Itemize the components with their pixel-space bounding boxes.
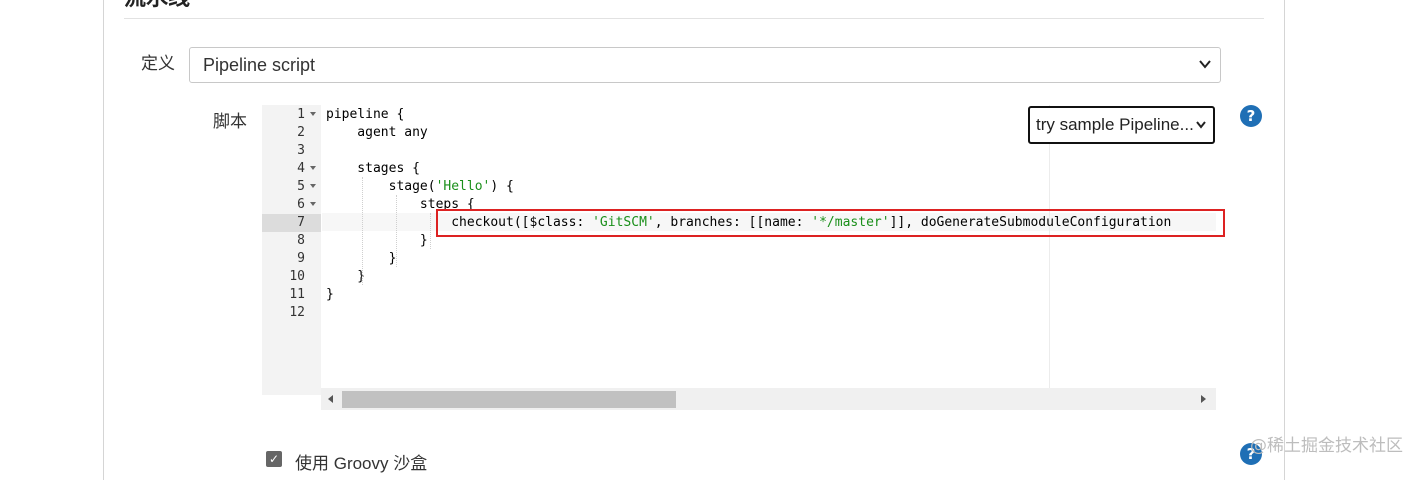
code-token: agent any	[326, 125, 428, 140]
line-number-text: 10	[289, 269, 305, 284]
line-number-gutter: 1 2 3 4 5 6 7 8 9 10 11 12	[262, 105, 321, 395]
line-number: 1	[262, 106, 321, 124]
help-icon[interactable]: ?	[1240, 105, 1262, 127]
highlighted-line-box	[436, 209, 1225, 237]
code-line: }	[326, 232, 428, 250]
code-line: }	[326, 286, 334, 304]
fold-arrow-icon[interactable]	[310, 184, 316, 188]
line-number-text: 2	[297, 125, 305, 140]
line-number-text: 5	[297, 179, 305, 194]
line-number: 7	[262, 214, 321, 232]
fold-arrow-icon[interactable]	[310, 202, 316, 206]
groovy-sandbox-checkbox[interactable]: ✓	[266, 451, 282, 467]
indent-guide	[396, 195, 397, 267]
code-line: stages {	[326, 160, 420, 178]
chevron-down-icon	[1199, 60, 1211, 69]
fold-arrow-icon[interactable]	[310, 166, 316, 170]
pipeline-script-editor[interactable]: 1 2 3 4 5 6 7 8 9 10 11 12 pipeline { agent any sta…	[262, 105, 1216, 413]
indent-guide	[430, 213, 431, 249]
line-number-text: 7	[297, 215, 305, 230]
line-number-text: 8	[297, 233, 305, 248]
scrollbar-thumb[interactable]	[342, 391, 676, 408]
code-token: pipeline {	[326, 107, 405, 122]
code-token: }	[326, 233, 428, 248]
code-line: }	[326, 268, 365, 286]
definition-select-value: Pipeline script	[203, 54, 316, 75]
code-token: stage(	[326, 179, 436, 194]
line-number: 4	[262, 160, 321, 178]
code-token: }	[326, 269, 366, 284]
line-number: 2	[262, 124, 321, 142]
print-margin	[1049, 105, 1050, 395]
scroll-left-icon[interactable]	[328, 395, 333, 403]
section-title: 流水线	[124, 0, 190, 11]
check-icon: ✓	[268, 452, 280, 466]
horizontal-scrollbar[interactable]	[321, 388, 1216, 410]
line-number: 6	[262, 196, 321, 214]
line-number-text: 9	[297, 251, 305, 266]
line-number: 5	[262, 178, 321, 196]
code-line: stage('Hello') {	[326, 178, 514, 196]
line-number-text: 12	[289, 305, 305, 320]
watermark: @稀土掘金技术社区	[1250, 436, 1403, 456]
code-area[interactable]: pipeline { agent any stages { stage('Hel…	[322, 105, 1216, 395]
sample-pipeline-select[interactable]: try sample Pipeline...	[1028, 106, 1215, 144]
line-number-text: 6	[297, 197, 305, 212]
definition-label: 定义	[141, 54, 175, 74]
indent-guide	[362, 177, 363, 285]
line-number: 3	[262, 142, 321, 160]
script-label: 脚本	[213, 112, 247, 132]
scroll-right-icon[interactable]	[1201, 395, 1206, 403]
code-line: agent any	[326, 124, 428, 142]
line-number: 12	[262, 304, 321, 322]
string-literal: 'Hello'	[435, 179, 491, 194]
line-number: 8	[262, 232, 321, 250]
code-token: ) {	[490, 179, 514, 194]
line-number: 11	[262, 286, 321, 304]
section-divider	[124, 18, 1264, 19]
code-token: stages {	[326, 161, 420, 176]
sample-pipeline-value: try sample Pipeline...	[1036, 115, 1194, 134]
line-number: 9	[262, 250, 321, 268]
line-number-text: 3	[297, 143, 305, 158]
fold-arrow-icon[interactable]	[310, 112, 316, 116]
line-number-text: 4	[297, 161, 305, 176]
definition-select[interactable]: Pipeline script	[189, 47, 1221, 83]
line-number-text: 11	[289, 287, 305, 302]
chevron-down-icon	[1196, 121, 1206, 129]
code-line: pipeline {	[326, 106, 404, 124]
groovy-sandbox-label: 使用 Groovy 沙盒	[295, 454, 428, 473]
code-token: }	[326, 287, 334, 302]
line-number-text: 1	[297, 107, 305, 122]
line-number: 10	[262, 268, 321, 286]
